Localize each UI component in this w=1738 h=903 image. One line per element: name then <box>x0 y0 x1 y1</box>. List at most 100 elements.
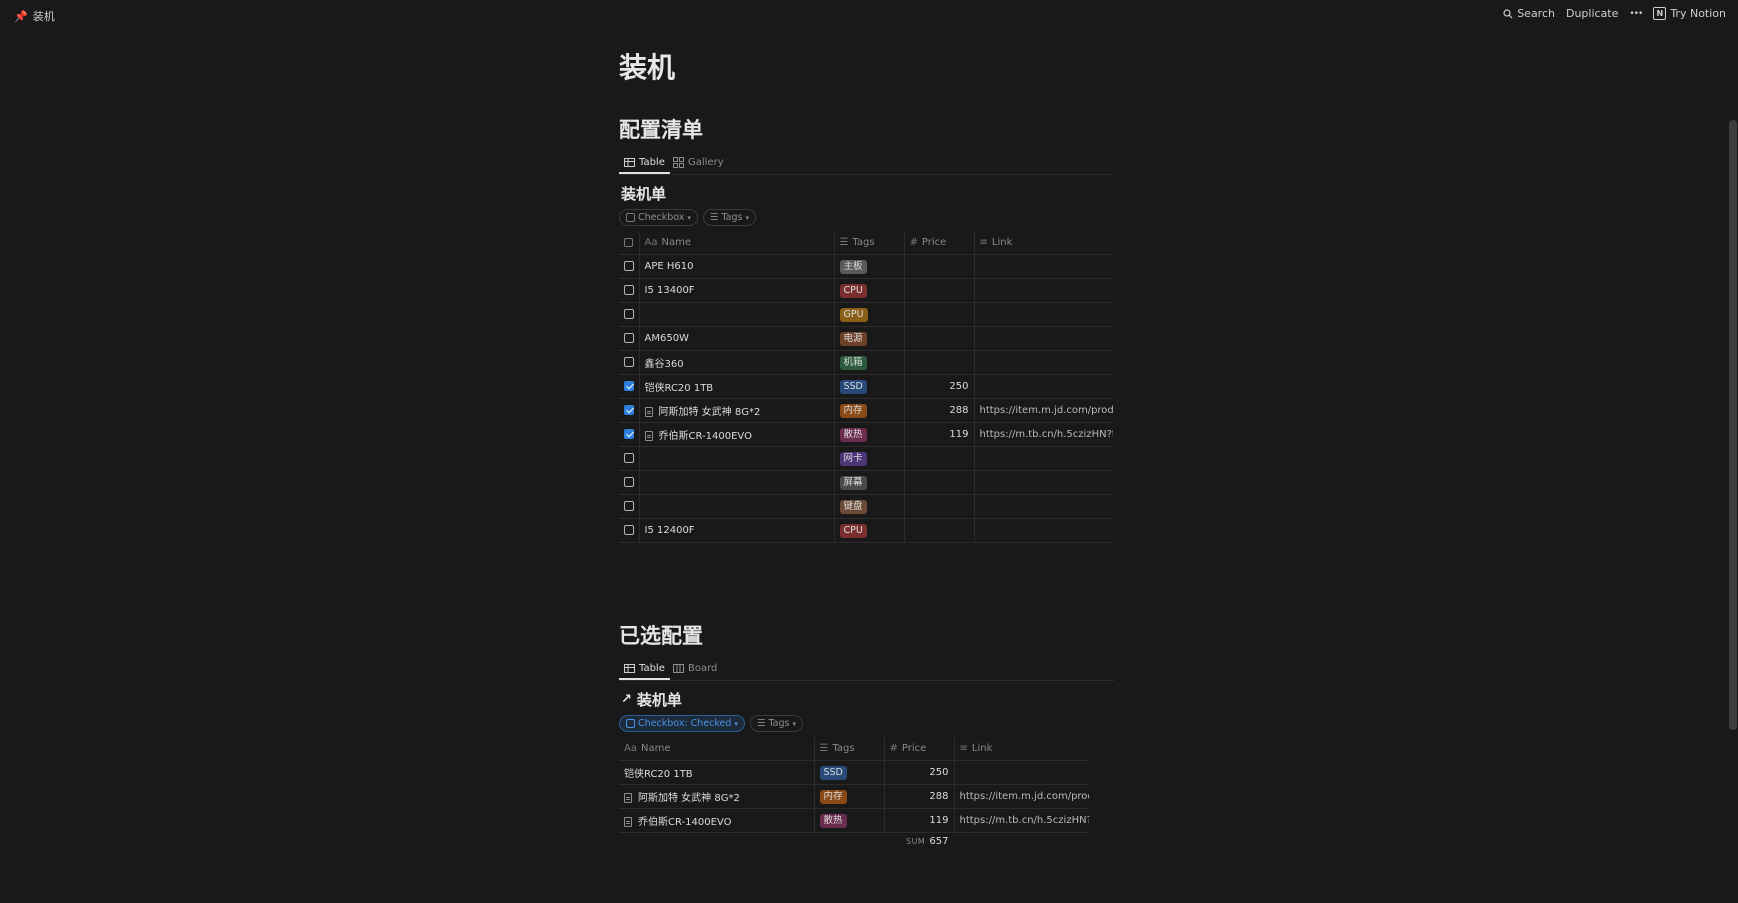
cell-link[interactable] <box>953 760 1089 785</box>
cell-link[interactable] <box>973 470 1113 495</box>
header-link[interactable]: ≡ Link <box>973 231 1113 255</box>
database-title-1[interactable]: 装机单 <box>621 183 666 204</box>
table-row[interactable]: APE H610 主板 <box>619 254 1113 279</box>
cell-link[interactable] <box>973 278 1113 303</box>
cell-price[interactable] <box>903 446 974 471</box>
header-price[interactable]: # Price <box>903 231 974 255</box>
cell-tags[interactable]: 散热 <box>813 808 884 833</box>
cell-tags[interactable]: GPU <box>833 302 904 327</box>
table-row[interactable]: I5 13400F CPU <box>619 278 1113 303</box>
cell-link[interactable]: https://item.m.jd.com/product/ <box>973 398 1113 423</box>
cell-name[interactable]: 阿斯加特 女武神 8G*2 <box>638 398 834 423</box>
more-button[interactable]: ••• <box>1629 9 1643 19</box>
cell-name[interactable] <box>638 470 834 495</box>
cell-checkbox[interactable] <box>619 494 639 519</box>
cell-link[interactable] <box>973 326 1113 351</box>
cell-tags[interactable]: 内存 <box>833 398 904 423</box>
cell-name[interactable] <box>638 494 834 519</box>
cell-tags[interactable]: 内存 <box>813 784 884 809</box>
cell-checkbox[interactable] <box>619 470 639 495</box>
scrollbar[interactable] <box>1729 120 1737 730</box>
cell-link[interactable] <box>973 374 1113 399</box>
cell-price[interactable] <box>903 518 974 543</box>
cell-checkbox[interactable] <box>619 350 639 375</box>
breadcrumb[interactable]: 📌 装机 <box>14 8 55 24</box>
header-tags[interactable]: ☰ Tags <box>833 231 904 255</box>
cell-name[interactable]: 铠侠RC20 1TB <box>619 760 814 785</box>
cell-price[interactable] <box>903 470 974 495</box>
cell-link[interactable]: https://m.tb.cn/h.5czizHN?tk=2 <box>973 422 1113 447</box>
cell-tags[interactable]: SSD <box>833 374 904 399</box>
header-name[interactable]: Aa Name <box>638 231 834 255</box>
table-row[interactable]: 网卡 <box>619 446 1113 471</box>
filter-checkbox-checked[interactable]: Checkbox: Checked ▾ <box>619 715 745 732</box>
table-row[interactable]: GPU <box>619 302 1113 327</box>
search-button[interactable]: Search <box>1503 7 1555 20</box>
cell-checkbox[interactable] <box>619 518 639 543</box>
cell-price[interactable] <box>903 350 974 375</box>
cell-price[interactable]: 250 <box>883 760 954 785</box>
cell-name[interactable]: I5 12400F <box>638 518 834 543</box>
cell-checkbox[interactable] <box>619 254 639 279</box>
cell-tags[interactable]: 主板 <box>833 254 904 279</box>
cell-tags[interactable]: CPU <box>833 518 904 543</box>
filter-tags[interactable]: ☰ Tags ▾ <box>749 715 803 732</box>
cell-price[interactable] <box>903 278 974 303</box>
table-row[interactable]: 阿斯加特 女武神 8G*2 内存 288 https://item.m.jd.com/… <box>619 398 1113 423</box>
cell-name[interactable]: APE H610 <box>638 254 834 279</box>
table-row[interactable]: 乔伯斯CR-1400EVO 散热 119 https://m.tb.cn/h.5czi… <box>619 422 1113 447</box>
filter-checkbox[interactable]: Checkbox ▾ <box>619 209 698 226</box>
cell-name[interactable]: 乔伯斯CR-1400EVO <box>619 808 814 833</box>
cell-price[interactable]: 250 <box>903 374 974 399</box>
header-name[interactable]: Aa Name <box>619 737 814 761</box>
cell-tags[interactable]: 屏幕 <box>833 470 904 495</box>
cell-name[interactable]: I5 13400F <box>638 278 834 303</box>
cell-link[interactable]: https://m.tb.cn/h.5czizHN?tk=2 <box>953 808 1089 833</box>
cell-price[interactable]: 119 <box>903 422 974 447</box>
checkbox-unchecked[interactable] <box>624 261 634 271</box>
table-row[interactable]: 阿斯加特 女武神 8G*2 内存 288 https://item.m.jd.com/… <box>619 784 1089 809</box>
cell-name[interactable]: 阿斯加特 女武神 8G*2 <box>619 784 814 809</box>
cell-price[interactable]: 288 <box>883 784 954 809</box>
table-row[interactable]: 屏幕 <box>619 470 1113 495</box>
checkbox-unchecked[interactable] <box>624 477 634 487</box>
try-notion-button[interactable]: N Try Notion <box>1653 7 1726 20</box>
cell-price[interactable]: 288 <box>903 398 974 423</box>
table-row[interactable]: 铠侠RC20 1TB SSD 250 <box>619 760 1089 785</box>
cell-link[interactable] <box>973 446 1113 471</box>
table-row[interactable]: 乔伯斯CR-1400EVO 散热 119 https://m.tb.cn/h.5czi… <box>619 808 1089 833</box>
checkbox-checked[interactable] <box>624 381 634 391</box>
cell-tags[interactable]: 键盘 <box>833 494 904 519</box>
cell-tags[interactable]: 电源 <box>833 326 904 351</box>
header-price[interactable]: # Price <box>883 737 954 761</box>
cell-checkbox[interactable] <box>619 398 639 423</box>
cell-tags[interactable]: 散热 <box>833 422 904 447</box>
checkbox-unchecked[interactable] <box>624 501 634 511</box>
table-row[interactable]: I5 12400F CPU <box>619 518 1113 543</box>
cell-checkbox[interactable] <box>619 446 639 471</box>
table-row[interactable]: 铠侠RC20 1TB SSD 250 <box>619 374 1113 399</box>
price-sum[interactable]: SUM 657 <box>906 836 948 847</box>
database-title-2[interactable]: ↗ 装机单 <box>621 689 682 710</box>
table-row[interactable]: 鑫谷360 机箱 <box>619 350 1113 375</box>
checkbox-unchecked[interactable] <box>624 357 634 367</box>
cell-link[interactable]: https://item.m.jd.com/product/ <box>953 784 1089 809</box>
header-tags[interactable]: ☰ Tags <box>813 737 884 761</box>
tab-table-1[interactable]: Table <box>619 152 670 174</box>
cell-name[interactable] <box>638 302 834 327</box>
cell-link[interactable] <box>973 518 1113 543</box>
cell-price[interactable] <box>903 302 974 327</box>
cell-price[interactable] <box>903 326 974 351</box>
cell-tags[interactable]: 机箱 <box>833 350 904 375</box>
cell-name[interactable]: 铠侠RC20 1TB <box>638 374 834 399</box>
cell-checkbox[interactable] <box>619 374 639 399</box>
cell-price[interactable] <box>903 494 974 519</box>
tab-board-2[interactable]: Board <box>673 658 717 678</box>
filter-tags[interactable]: ☰ Tags ▾ <box>702 209 757 226</box>
cell-name[interactable]: 鑫谷360 <box>638 350 834 375</box>
header-link[interactable]: ≡ Link <box>953 737 1089 761</box>
checkbox-unchecked[interactable] <box>624 525 634 535</box>
duplicate-button[interactable]: Duplicate <box>1566 7 1618 20</box>
cell-tags[interactable]: 网卡 <box>833 446 904 471</box>
table-row[interactable]: AM650W 电源 <box>619 326 1113 351</box>
